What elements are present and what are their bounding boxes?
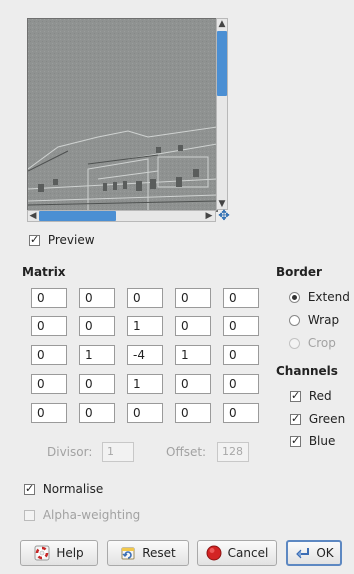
cancel-button[interactable]: Cancel	[197, 540, 277, 566]
matrix-cell[interactable]: 0	[175, 374, 211, 394]
border-heading: Border	[276, 265, 322, 279]
channel-green-row[interactable]: Green	[290, 412, 345, 426]
preview-checkbox-row[interactable]: Preview	[29, 233, 95, 247]
cancel-button-label: Cancel	[227, 546, 269, 560]
matrix-cell[interactable]: 0	[175, 403, 211, 423]
navigate-move-icon[interactable]: ✥	[217, 209, 231, 223]
matrix-cell[interactable]: 0	[31, 374, 67, 394]
scroll-left-arrow-icon[interactable]: ◀	[28, 211, 38, 221]
channel-red-row[interactable]: Red	[290, 389, 332, 403]
normalise-label: Normalise	[42, 482, 104, 496]
channel-blue-row[interactable]: Blue	[290, 434, 335, 448]
preview-image	[27, 18, 218, 212]
border-option-wrap[interactable]: Wrap	[289, 313, 339, 327]
divisor-input[interactable]: 1	[102, 442, 134, 462]
matrix-cell[interactable]: 1	[127, 374, 163, 394]
preview-checkbox[interactable]	[29, 233, 40, 246]
crop-radio	[289, 338, 300, 349]
matrix-heading: Matrix	[22, 265, 66, 279]
alpha-weighting-row: Alpha-weighting	[24, 508, 140, 522]
matrix-cell[interactable]: 0	[175, 316, 211, 336]
matrix-cell[interactable]: 0	[31, 316, 67, 336]
scroll-right-arrow-icon[interactable]: ▶	[204, 211, 214, 221]
preview-label: Preview	[47, 233, 95, 247]
help-lifebuoy-icon	[34, 545, 50, 561]
scroll-up-arrow-icon[interactable]: ▲	[217, 19, 227, 29]
matrix-cell[interactable]: 0	[223, 374, 259, 394]
matrix-cell[interactable]: 1	[79, 345, 115, 365]
green-label: Green	[308, 412, 346, 426]
blue-checkbox[interactable]	[290, 434, 301, 447]
divisor-label: Divisor:	[47, 445, 93, 459]
matrix-cell[interactable]: 0	[31, 403, 67, 423]
reset-button-label: Reset	[142, 546, 176, 560]
reset-icon	[120, 545, 136, 561]
normalise-row[interactable]: Normalise	[24, 482, 103, 496]
normalise-checkbox[interactable]	[24, 482, 35, 495]
matrix-cell[interactable]: -4	[127, 345, 163, 365]
ok-button[interactable]: OK	[286, 540, 342, 566]
cancel-icon	[206, 545, 222, 561]
crop-label: Crop	[307, 336, 336, 350]
matrix-cell[interactable]: 0	[31, 288, 67, 308]
alpha-weighting-label: Alpha-weighting	[42, 508, 141, 522]
green-checkbox[interactable]	[290, 412, 301, 425]
extend-radio[interactable]	[289, 292, 300, 303]
red-checkbox[interactable]	[290, 389, 301, 402]
matrix-cell[interactable]: 0	[79, 403, 115, 423]
vertical-scroll-thumb[interactable]	[217, 31, 227, 96]
matrix-cell[interactable]: 0	[79, 288, 115, 308]
border-option-extend[interactable]: Extend	[289, 290, 350, 304]
alpha-weighting-checkbox	[24, 510, 35, 521]
matrix-cell[interactable]: 0	[223, 345, 259, 365]
matrix-cell[interactable]: 0	[127, 288, 163, 308]
matrix-cell[interactable]: 0	[223, 288, 259, 308]
matrix-cell[interactable]: 1	[175, 345, 211, 365]
horizontal-scroll-thumb[interactable]	[39, 211, 116, 221]
blue-label: Blue	[308, 434, 336, 448]
matrix-cell[interactable]: 1	[127, 316, 163, 336]
offset-label: Offset:	[166, 445, 207, 459]
red-label: Red	[308, 389, 332, 403]
matrix-cell[interactable]: 0	[223, 403, 259, 423]
help-button-label: Help	[56, 546, 84, 560]
matrix-cell[interactable]: 0	[79, 316, 115, 336]
extend-label: Extend	[307, 290, 350, 304]
matrix-cell[interactable]: 0	[79, 374, 115, 394]
matrix-cell[interactable]: 0	[175, 288, 211, 308]
ok-button-label: OK	[316, 546, 334, 560]
matrix-cell[interactable]: 0	[223, 316, 259, 336]
help-button[interactable]: Help	[20, 540, 98, 566]
wrap-label: Wrap	[307, 313, 340, 327]
offset-input[interactable]: 128	[217, 442, 249, 462]
ok-icon	[294, 545, 310, 561]
wrap-radio[interactable]	[289, 315, 300, 326]
matrix-cell[interactable]: 0	[127, 403, 163, 423]
border-option-crop: Crop	[289, 336, 336, 350]
channels-heading: Channels	[276, 364, 338, 378]
reset-button[interactable]: Reset	[107, 540, 189, 566]
matrix-cell[interactable]: 0	[31, 345, 67, 365]
